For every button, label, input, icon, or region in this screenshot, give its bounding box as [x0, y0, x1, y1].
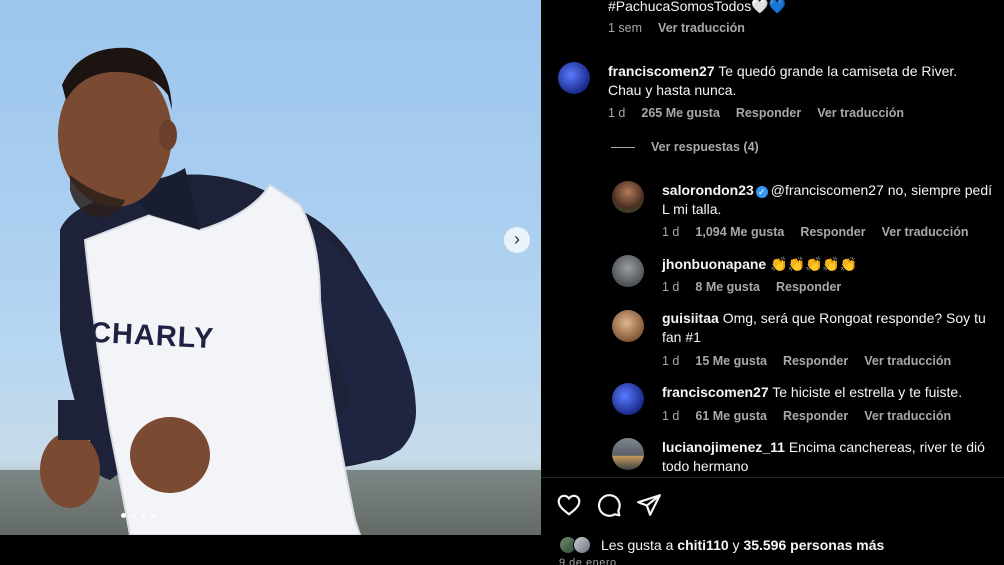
reply-text: guisiitaa Omg, será que Rongoat responde…	[662, 309, 1002, 347]
verified-badge-icon: ✓	[755, 186, 768, 198]
actions-divider	[541, 477, 1004, 478]
view-replies-label: Ver respuestas (4)	[651, 140, 759, 154]
avatar[interactable]	[612, 438, 644, 470]
reply-likes[interactable]: 1,094 Me gusta	[695, 225, 784, 239]
reply-meta: 1 d 1,094 Me gusta Responder Ver traducción	[662, 225, 984, 239]
reply-text: jhonbuonapane 👏👏👏👏👏	[662, 255, 992, 274]
reply-likes[interactable]: 8 Me gusta	[695, 280, 760, 294]
reply-meta: 1 d 15 Me gusta Responder Ver traducción	[662, 354, 967, 368]
reply-button[interactable]: Responder	[800, 225, 865, 239]
reply-button[interactable]: Responder	[783, 409, 848, 423]
likes-count-link[interactable]: 35.596 personas más	[743, 537, 884, 553]
next-photo-button[interactable]: ›	[504, 227, 530, 253]
reply-time: 1 d	[662, 354, 680, 368]
caption-emoji: 🤍💙	[751, 0, 787, 14]
caption-hashtag[interactable]: #PachucaSomosTodos	[608, 0, 751, 14]
comment-icon[interactable]	[596, 492, 622, 518]
reply-text: salorondon23 ✓ @franciscomen27 no, siempre…	[662, 181, 992, 219]
likes-summary: Les gusta a chiti110 y 35.596 personas m…	[559, 536, 884, 554]
avatar[interactable]	[612, 181, 644, 213]
liker-avatars	[559, 536, 595, 554]
likes-prefix: Les gusta a	[601, 537, 678, 553]
reply-time: 1 d	[662, 409, 680, 423]
caption-text: #PachucaSomosTodos🤍💙	[608, 0, 988, 16]
caption-time: 1 sem	[608, 21, 643, 35]
reply-meta: 1 d 8 Me gusta Responder	[662, 280, 857, 294]
translate-link[interactable]: Ver traducción	[882, 225, 969, 239]
comment-username[interactable]: franciscomen27	[608, 63, 715, 79]
comments-panel[interactable]: #PachucaSomosTodos🤍💙 1 sem Ver traducción…	[541, 0, 1004, 477]
avatar[interactable]	[612, 310, 644, 342]
photo-bottom-bar	[0, 535, 541, 565]
carousel-dot	[121, 513, 126, 518]
carousel-dot	[131, 513, 136, 518]
reply-time: 1 d	[662, 225, 680, 239]
reply-likes[interactable]: 61 Me gusta	[695, 409, 767, 423]
reply-likes[interactable]: 15 Me gusta	[695, 354, 767, 368]
comment-text: franciscomen27 Te quedó grande la camise…	[608, 62, 988, 100]
post-actions	[556, 492, 662, 518]
avatar[interactable]	[612, 383, 644, 415]
reply-text: franciscomen27 Te hiciste el estrella y …	[662, 383, 992, 402]
jersey-text: CHARLY	[89, 316, 215, 356]
reply-button[interactable]: Responder	[776, 280, 841, 294]
comment-time: 1 d	[608, 106, 626, 120]
avatar	[573, 536, 591, 554]
share-icon[interactable]	[636, 492, 662, 518]
likes-middle: y	[728, 537, 744, 553]
reply-button[interactable]: Responder	[783, 354, 848, 368]
post-date: 9 de enero	[559, 557, 617, 565]
comment-likes[interactable]: 265 Me gusta	[641, 106, 720, 120]
reply-mention[interactable]: @franciscomen27	[771, 182, 884, 198]
carousel-dot	[141, 513, 146, 518]
reply-meta: 1 d 61 Me gusta Responder Ver traducción	[662, 409, 967, 423]
reply-body: Te hiciste el estrella y te fuiste.	[772, 384, 963, 400]
reply-text: lucianojimenez_11 Encima canchereas, riv…	[662, 438, 1002, 476]
reply-time: 1 d	[662, 280, 680, 294]
liker-username[interactable]: chiti110	[677, 537, 728, 553]
reply-username[interactable]: salorondon23	[662, 182, 754, 198]
translate-link[interactable]: Ver traducción	[864, 409, 951, 423]
reply-username[interactable]: jhonbuonapane	[662, 256, 766, 272]
view-replies-button[interactable]: Ver respuestas (4)	[611, 140, 759, 154]
reply-username[interactable]: lucianojimenez_11	[662, 439, 785, 455]
post-photo[interactable]: CHARLY ›	[0, 0, 541, 535]
translate-link[interactable]: Ver traducción	[864, 354, 951, 368]
carousel-dots	[121, 513, 156, 518]
reply-username[interactable]: franciscomen27	[662, 384, 769, 400]
player-photo	[0, 47, 541, 535]
reply-username[interactable]: guisiitaa	[662, 310, 719, 326]
caption-translate-link[interactable]: Ver traducción	[658, 21, 745, 35]
heart-icon[interactable]	[556, 492, 582, 518]
avatar[interactable]	[612, 255, 644, 287]
reply-button[interactable]: Responder	[736, 106, 801, 120]
translate-link[interactable]: Ver traducción	[817, 106, 904, 120]
avatar[interactable]	[558, 62, 590, 94]
comment-meta: 1 d 265 Me gusta Responder Ver traducción	[608, 106, 920, 120]
reply-body: 👏👏👏👏👏	[770, 256, 858, 272]
carousel-dot	[151, 513, 156, 518]
replies-divider-line	[611, 147, 635, 149]
caption-meta: 1 sem Ver traducción	[608, 21, 761, 35]
